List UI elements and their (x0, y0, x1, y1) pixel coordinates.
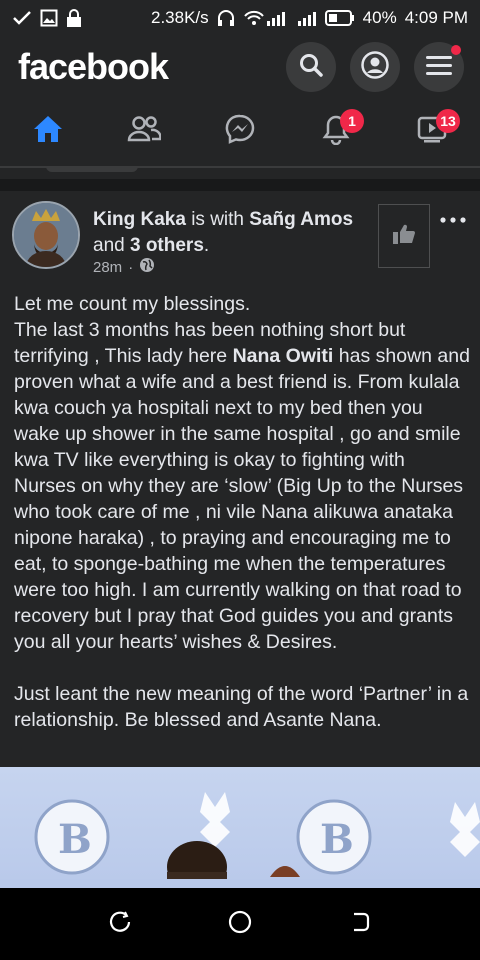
tab-friends[interactable] (114, 107, 174, 155)
feed-post: King Kaka is with Sañg Amos and 3 others… (0, 191, 480, 891)
post-paragraph-3: Just leant the new meaning of the word ‘… (14, 683, 469, 731)
search-button[interactable] (286, 42, 336, 92)
facebook-logo[interactable]: facebook (18, 46, 169, 88)
header-actions (286, 42, 464, 92)
nav-tabs: 1 13 (0, 100, 480, 162)
others-suffix: . (203, 235, 210, 256)
notifications-badge: 1 (340, 109, 364, 133)
clock: 4:09 PM (404, 8, 468, 27)
globe-icon (139, 257, 155, 277)
home-button[interactable] (220, 904, 260, 944)
meta-separator: · (128, 258, 134, 276)
tab-notifications[interactable]: 1 (306, 107, 366, 155)
previous-story-edge (46, 166, 138, 172)
headphones-icon (217, 9, 235, 27)
feed-separator (0, 179, 480, 191)
post-time[interactable]: 28m (93, 259, 122, 276)
check-icon (12, 9, 32, 27)
watch-badge: 13 (436, 109, 460, 133)
back-button[interactable] (340, 904, 380, 944)
post-meta: 28m · (93, 257, 155, 277)
lock-icon (66, 9, 82, 27)
menu-button[interactable] (414, 42, 464, 92)
status-bar: 2.38K/s 40% 4:09 PM (0, 0, 480, 36)
more-icon (440, 210, 466, 228)
tagged-user[interactable]: Sañg Amos (249, 209, 353, 230)
post-line-1: Let me count my blessings. (14, 293, 251, 315)
profile-icon (360, 50, 390, 85)
recent-apps-button[interactable] (100, 904, 140, 944)
page-like-button[interactable] (378, 204, 430, 268)
status-left (12, 9, 82, 27)
hamburger-icon (425, 54, 453, 81)
messenger-icon (224, 113, 256, 150)
post-photo[interactable]: B B (0, 767, 480, 889)
p2-text-after: has shown and proven what a wife and a b… (14, 345, 470, 653)
thumbs-up-icon (392, 223, 416, 250)
post-more-button[interactable] (440, 209, 466, 229)
home-circle-icon (227, 909, 253, 940)
network-speed: 2.38K/s (151, 8, 209, 27)
author-avatar[interactable] (12, 201, 80, 269)
wifi-signal-icon (243, 9, 289, 27)
tab-watch[interactable]: 13 (402, 107, 462, 155)
svg-text:B: B (58, 816, 92, 863)
search-icon (298, 52, 324, 83)
author-name[interactable]: King Kaka (93, 209, 186, 230)
post-paragraph-2: The last 3 months has been nothing short… (14, 317, 470, 655)
profile-button[interactable] (350, 42, 400, 92)
and-text: and (93, 235, 130, 256)
status-right: 2.38K/s 40% 4:09 PM (151, 8, 468, 28)
recents-icon (108, 910, 132, 939)
post-body: Let me count my blessings. The last 3 mo… (14, 291, 470, 733)
battery-icon (324, 10, 355, 26)
post-header-text: King Kaka is with Sañg Amos and 3 others… (93, 207, 373, 259)
with-text: is with (185, 209, 250, 230)
menu-notification-dot (451, 45, 461, 55)
friends-icon (127, 114, 162, 149)
tab-messenger[interactable] (210, 107, 270, 155)
system-nav-bar (0, 888, 480, 960)
others-link[interactable]: 3 others (130, 235, 204, 256)
image-icon (40, 9, 58, 27)
svg-text:B: B (320, 816, 354, 863)
app-header: facebook (0, 36, 480, 98)
tagged-mention[interactable]: Nana Owiti (233, 345, 334, 367)
home-icon (32, 114, 64, 149)
battery-percent: 40% (362, 8, 397, 27)
back-icon (348, 910, 372, 939)
tab-home[interactable] (18, 107, 78, 155)
cell-signal-icon (297, 9, 317, 27)
